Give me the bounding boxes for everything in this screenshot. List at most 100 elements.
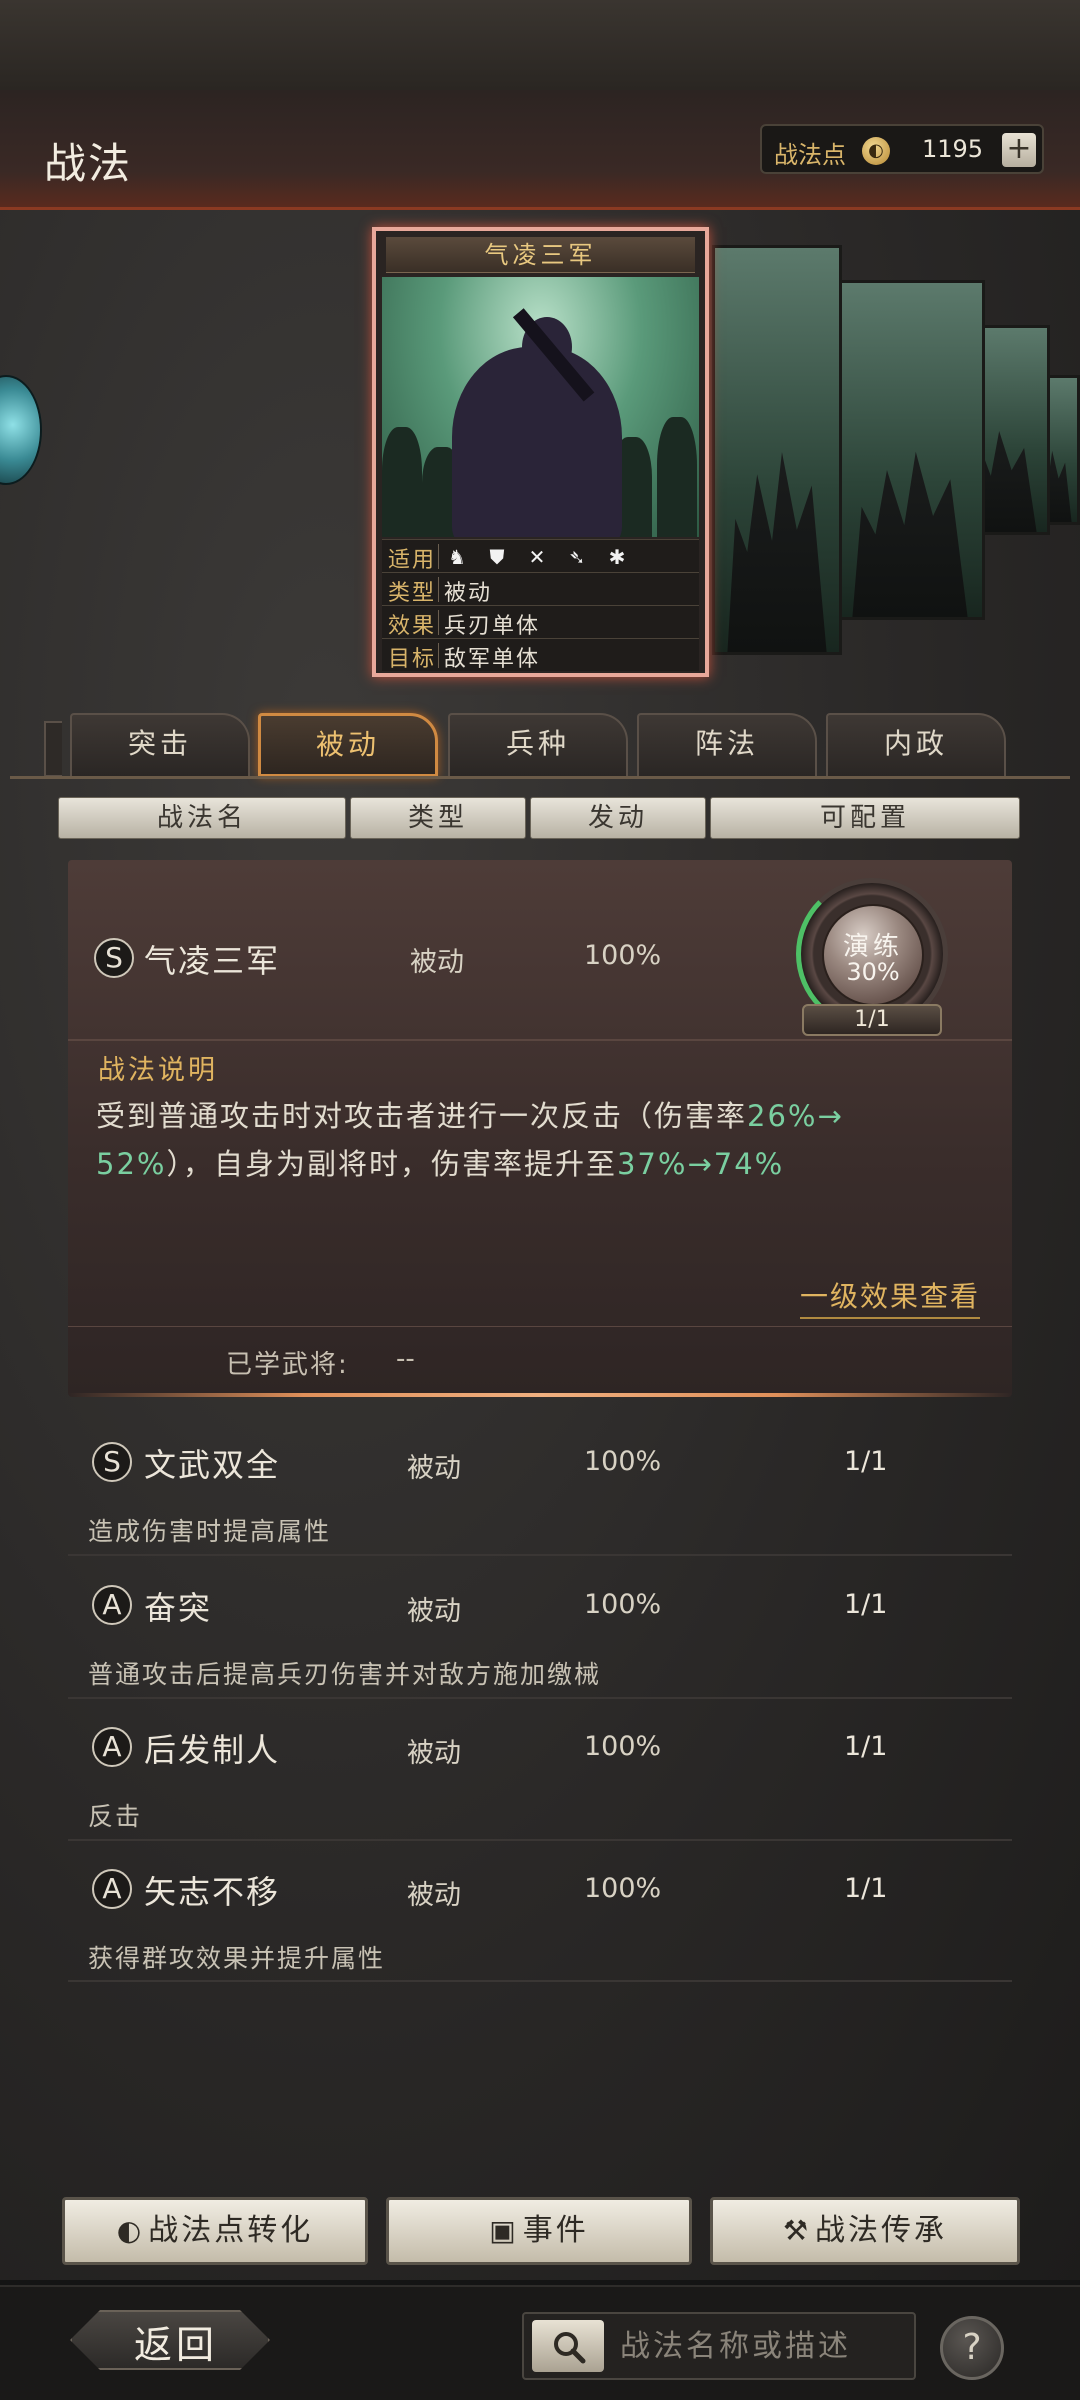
top-backdrop (0, 0, 1080, 90)
column-header-type[interactable]: 类型 (350, 797, 526, 839)
tactic-type: 被动 (407, 1596, 461, 1627)
spear-icon: ➴ (568, 545, 586, 569)
tactic-description: 反击 (88, 1802, 143, 1831)
tactic-description: 普通攻击后提高兵刃伤害并对敌方施加缴械 (88, 1660, 602, 1689)
category-tabs: 突击 被动 兵种 阵法 内政 (0, 705, 1080, 777)
column-header-name[interactable]: 战法名 (58, 797, 346, 839)
add-points-button[interactable]: + (1002, 133, 1036, 167)
selected-tactic-type: 被动 (410, 947, 464, 978)
stat-row-type: 类型 被动 (382, 572, 699, 606)
stat-row-effect: 效果 兵刃单体 (382, 605, 699, 639)
tactic-name: 矢志不移 (144, 1873, 281, 1911)
tactic-rate: 100% (584, 1731, 662, 1762)
back-button-label[interactable]: 返回 (134, 2314, 218, 2369)
train-button[interactable]: 演练 30% (822, 904, 924, 1006)
stat-row-target: 目标 敌军单体 (382, 638, 699, 672)
tactic-description: 获得群攻效果并提升属性 (88, 1944, 386, 1973)
card-stat-table: 适用 ♞ ⛊ ✕ ➴ ✱ 类型 被动 效果 兵刃单体 目标 敌军单体 (382, 539, 699, 672)
learned-generals-value: -- (396, 1344, 415, 1374)
stat-key-target: 目标 (388, 647, 437, 672)
description-text-2: ），自身为副将时，伤害率提升至 (166, 1147, 617, 1181)
row-divider (68, 1697, 1012, 1699)
water-drop-icon: ◐ (116, 2214, 145, 2247)
learned-generals-label: 已学武将: (226, 1350, 349, 1380)
search-icon[interactable] (532, 2320, 604, 2372)
tactic-points-label: 战法点 (774, 141, 846, 169)
inherit-tactic-label: 战法传承 (815, 2213, 948, 2248)
tactic-configurable: 1/1 (844, 1446, 888, 1477)
row-divider (68, 1980, 1012, 1982)
tab-troop[interactable]: 兵种 (448, 713, 628, 777)
tabs-divider (10, 776, 1070, 779)
panel-divider (68, 1039, 1012, 1041)
train-progress-percent: 30% (846, 958, 900, 986)
tactic-type: 被动 (407, 1880, 461, 1911)
page-title: 战法 (44, 139, 133, 188)
tab-assault[interactable]: 突击 (70, 713, 250, 777)
stat-key-apply: 适用 (388, 548, 437, 573)
selected-tactic-name: 气凌三军 (144, 942, 281, 980)
help-button[interactable]: ? (940, 2316, 1004, 2380)
description-value-2: 52% (96, 1147, 167, 1181)
description-text-1: 受到普通攻击时对攻击者进行一次反击（伤害率 (96, 1099, 748, 1133)
coin-icon: ◐ (862, 137, 890, 165)
stat-value-effect: 兵刃单体 (444, 614, 541, 639)
grade-badge: A (92, 1869, 132, 1909)
grade-badge: A (92, 1727, 132, 1767)
stat-key-type: 类型 (388, 581, 437, 606)
card-title: 气凌三军 (386, 237, 695, 273)
events-button[interactable]: ▣ 事件 (386, 2197, 692, 2265)
selection-glow-bottom (68, 1393, 1012, 1397)
description-value-1: 26%→ (747, 1099, 844, 1133)
stat-value-target: 敌军单体 (444, 647, 541, 672)
inherit-tactic-button[interactable]: ⚒ 战法传承 (710, 2197, 1020, 2265)
column-header-rate[interactable]: 发动 (530, 797, 706, 839)
search-input[interactable] (620, 2322, 910, 2370)
tab-formation[interactable]: 阵法 (637, 713, 817, 777)
tab-internal[interactable]: 内政 (826, 713, 1006, 777)
tactic-points-box: 战法点 ◐ 1195 + (760, 124, 1044, 174)
convert-points-button[interactable]: ◐ 战法点转化 (62, 2197, 368, 2265)
selected-tactic-card[interactable]: 气凌三军 适用 ♞ ⛊ ✕ ➴ ✱ 类型 被动 效果 兵刃单体 目标 敌军单体 (372, 227, 709, 677)
alert-card-icon: ▣ (489, 2214, 519, 2247)
learned-divider (68, 1326, 1012, 1327)
convert-points-label: 战法点转化 (148, 2213, 314, 2248)
description-title: 战法说明 (98, 1055, 218, 1086)
column-header-configurable[interactable]: 可配置 (710, 797, 1020, 839)
bow-icon: ✕ (528, 545, 546, 569)
tactic-points-value: 1195 (922, 135, 984, 163)
events-label: 事件 (522, 2213, 589, 2248)
tactic-card-back-1[interactable] (712, 245, 842, 655)
siege-icon: ✱ (608, 545, 626, 569)
level-one-effect-link[interactable]: 一级效果查看 (800, 1275, 981, 1319)
row-divider (68, 1839, 1012, 1841)
tactic-name: 后发制人 (144, 1731, 281, 1769)
tactic-name: 文武双全 (144, 1446, 281, 1484)
tactic-configurable: 1/1 (844, 1731, 888, 1762)
tactic-type: 被动 (407, 1453, 461, 1484)
card-artwork (382, 277, 699, 537)
grade-badge: S (94, 938, 134, 978)
stat-key-effect: 效果 (388, 614, 437, 639)
tactic-description: 造成伤害时提高属性 (88, 1517, 332, 1546)
shield-icon: ⛊ (489, 545, 505, 569)
tactic-configurable: 1/1 (844, 1873, 888, 1904)
grade-badge: S (92, 1442, 132, 1482)
tactic-rate: 100% (584, 1589, 662, 1620)
tactic-card-back-2[interactable] (835, 280, 985, 620)
tactic-name: 奋突 (144, 1589, 213, 1627)
column-headers: 战法名 类型 发动 可配置 (58, 797, 1020, 839)
description-value-3: 37%→74% (616, 1147, 785, 1181)
hammer-icon: ⚒ (782, 2214, 812, 2247)
grade-badge: A (92, 1585, 132, 1625)
selected-tactic-rate: 100% (584, 940, 662, 971)
row-divider (68, 1554, 1012, 1556)
stat-row-apply: 适用 ♞ ⛊ ✕ ➴ ✱ (382, 539, 699, 573)
tab-passive[interactable]: 被动 (258, 713, 438, 777)
tactic-rate: 100% (584, 1446, 662, 1477)
description-body: 受到普通攻击时对攻击者进行一次反击（伤害率26%→ 52%），自身为副将时，伤害率… (96, 1092, 926, 1188)
cavalry-icon: ♞ (448, 545, 466, 569)
tactic-type: 被动 (407, 1738, 461, 1769)
stat-value-type: 被动 (444, 581, 493, 606)
tactic-configurable: 1/1 (844, 1589, 888, 1620)
